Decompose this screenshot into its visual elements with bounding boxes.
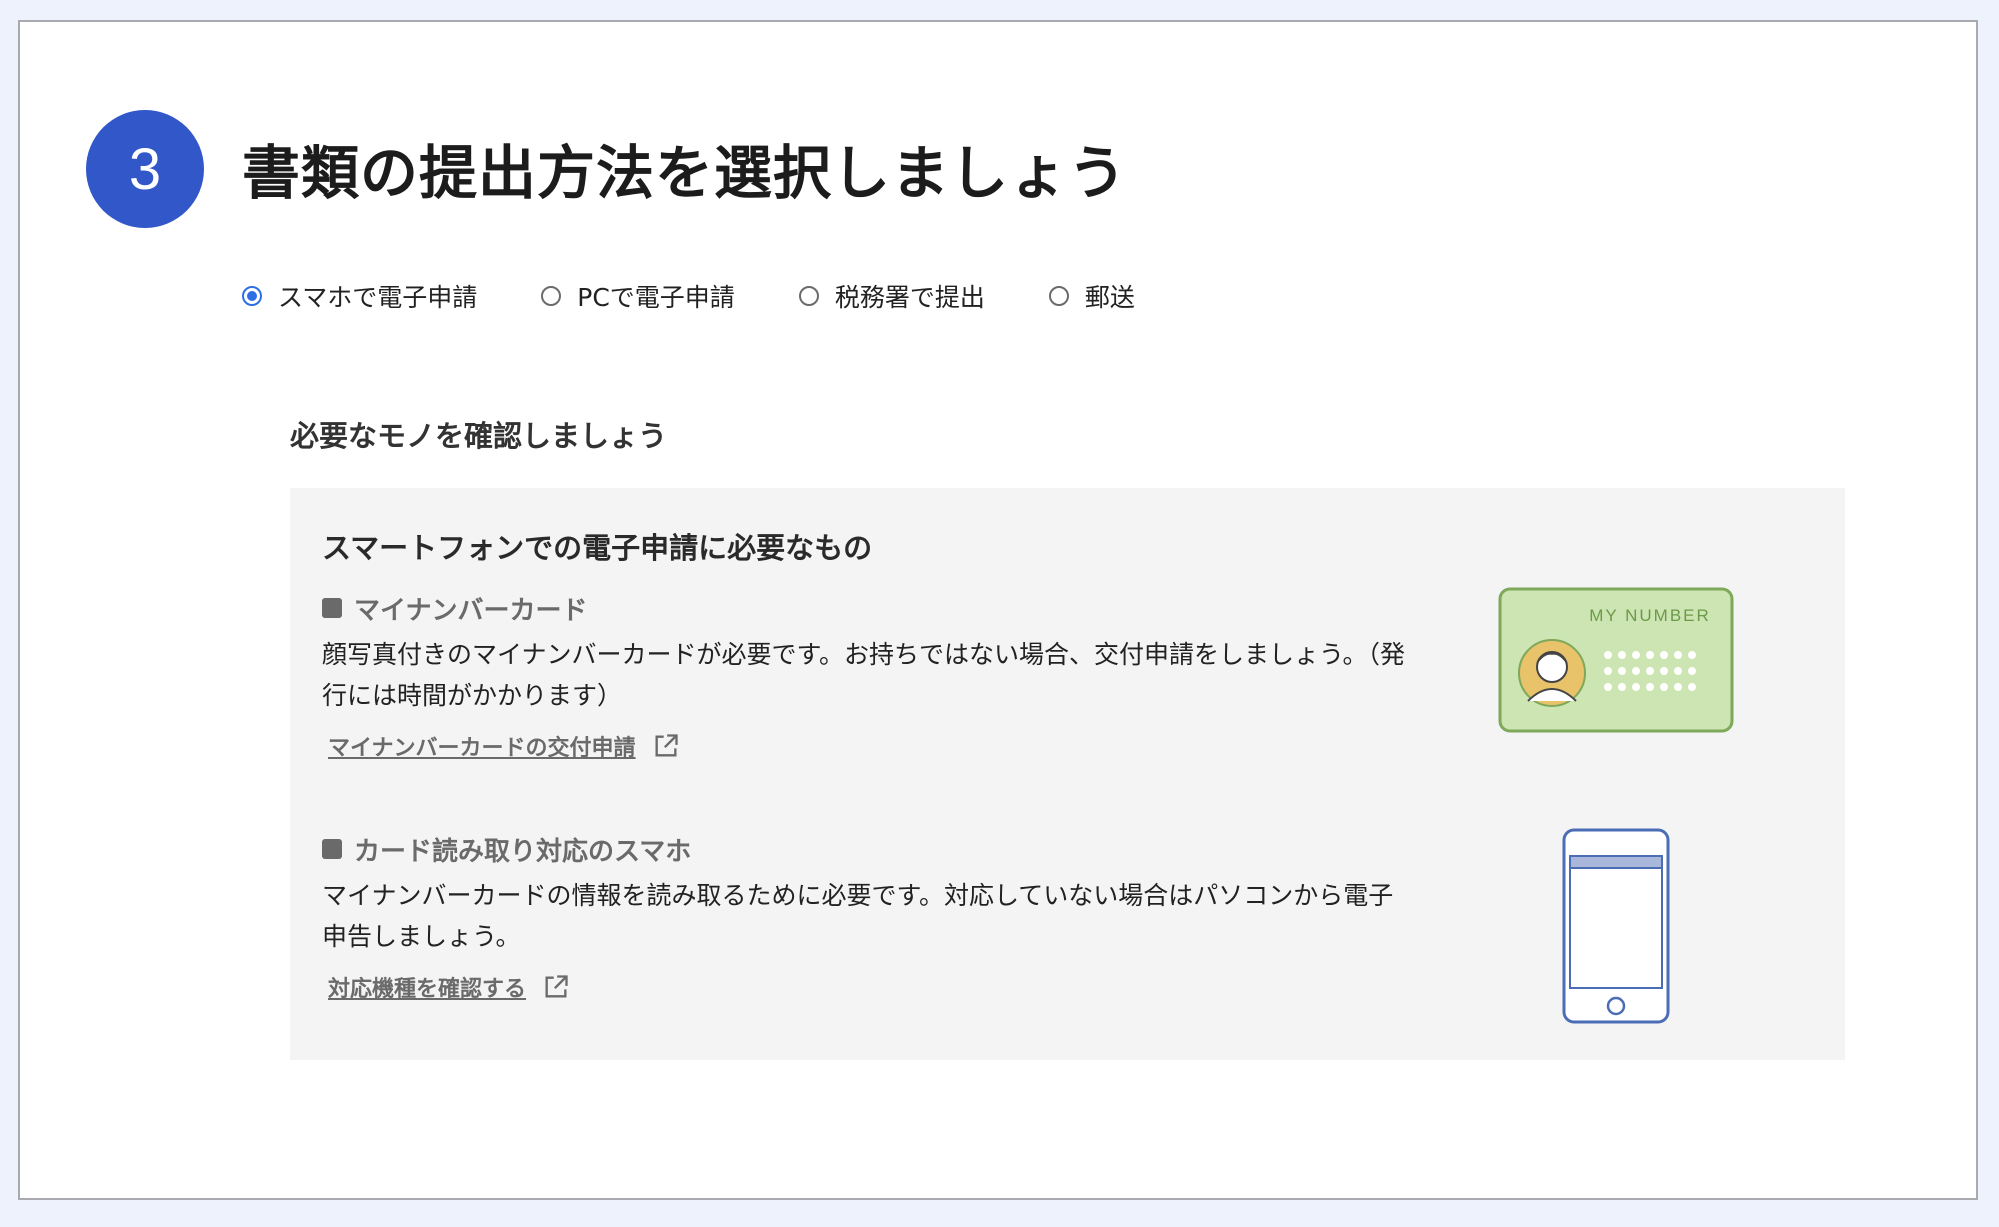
mynumber-card-application-link[interactable]: マイナンバーカードの交付申請 [328, 730, 680, 762]
external-link-icon [655, 734, 678, 757]
radio-button-icon[interactable] [541, 286, 562, 306]
radio-label: スマホで電子申請 [278, 283, 478, 312]
bullet-square-icon [322, 598, 342, 618]
step-number-badge: 3 [86, 110, 204, 228]
radio-label: 税務署で提出 [834, 283, 985, 312]
radio-option-mail[interactable]: 郵送 [1048, 278, 1135, 314]
requirement-description: マイナンバーカードの情報を読み取るために必要です。対応していない場合はパソコンか… [322, 881, 1394, 951]
radio-option-tax-office[interactable]: 税務署で提出 [798, 278, 985, 314]
link-text: 対応機種を確認する [328, 977, 527, 1002]
requirements-box: スマートフォンでの電子申請に必要なもの マイナンバーカード 顔写真付きのマイナン… [290, 488, 1845, 1060]
submission-method-radio-group: スマホで電子申請 PCで電子申請 税務署で提出 郵送 [242, 276, 1199, 316]
requirement-item-mynumber-card: マイナンバーカード 顔写真付きのマイナンバーカードが必要です。お持ちではない場合… [322, 588, 1422, 762]
radio-option-pc[interactable]: PCで電子申請 [541, 278, 735, 314]
link-text: マイナンバーカードの交付申請 [328, 736, 636, 761]
smartphone-illustration [1562, 828, 1670, 1024]
requirement-title-text: カード読み取り対応のスマホ [354, 836, 692, 867]
requirement-title: マイナンバーカード [322, 588, 1422, 628]
requirement-item-smartphone: カード読み取り対応のスマホ マイナンバーカードの情報を読み取るために必要です。対… [322, 829, 1422, 1003]
radio-button-selected-icon[interactable] [242, 286, 262, 306]
external-link-icon [545, 975, 568, 998]
radio-option-smartphone[interactable]: スマホで電子申請 [242, 278, 477, 314]
step-panel: 3 書類の提出方法を選択しましょう スマホで電子申請 PCで電子申請 税務署で提… [18, 20, 1978, 1200]
radio-button-icon[interactable] [1048, 286, 1069, 306]
phone-status-bar-shape [1569, 855, 1663, 869]
phone-home-button-shape [1606, 996, 1626, 1016]
avatar-head-shape [1536, 651, 1568, 683]
radio-label: PCで電子申請 [577, 283, 735, 312]
supported-devices-link[interactable]: 対応機種を確認する [328, 971, 570, 1003]
radio-label: 郵送 [1084, 283, 1135, 312]
card-label-text: MY NUMBER [1589, 606, 1711, 625]
requirement-title-text: マイナンバーカード [354, 595, 588, 626]
requirement-title: カード読み取り対応のスマホ [322, 829, 1422, 869]
mynumber-card-illustration: MY NUMBER [1498, 587, 1734, 733]
page-title: 書類の提出方法を選択しましょう [242, 139, 1128, 207]
radio-button-icon[interactable] [798, 286, 819, 306]
requirements-box-title: スマートフォンでの電子申請に必要なもの [322, 531, 873, 565]
requirements-heading: 必要なモノを確認しましょう [290, 419, 668, 453]
bullet-square-icon [322, 839, 342, 859]
requirement-description: 顔写真付きのマイナンバーカードが必要です。お持ちではない場合、交付申請をしましょ… [322, 640, 1406, 710]
